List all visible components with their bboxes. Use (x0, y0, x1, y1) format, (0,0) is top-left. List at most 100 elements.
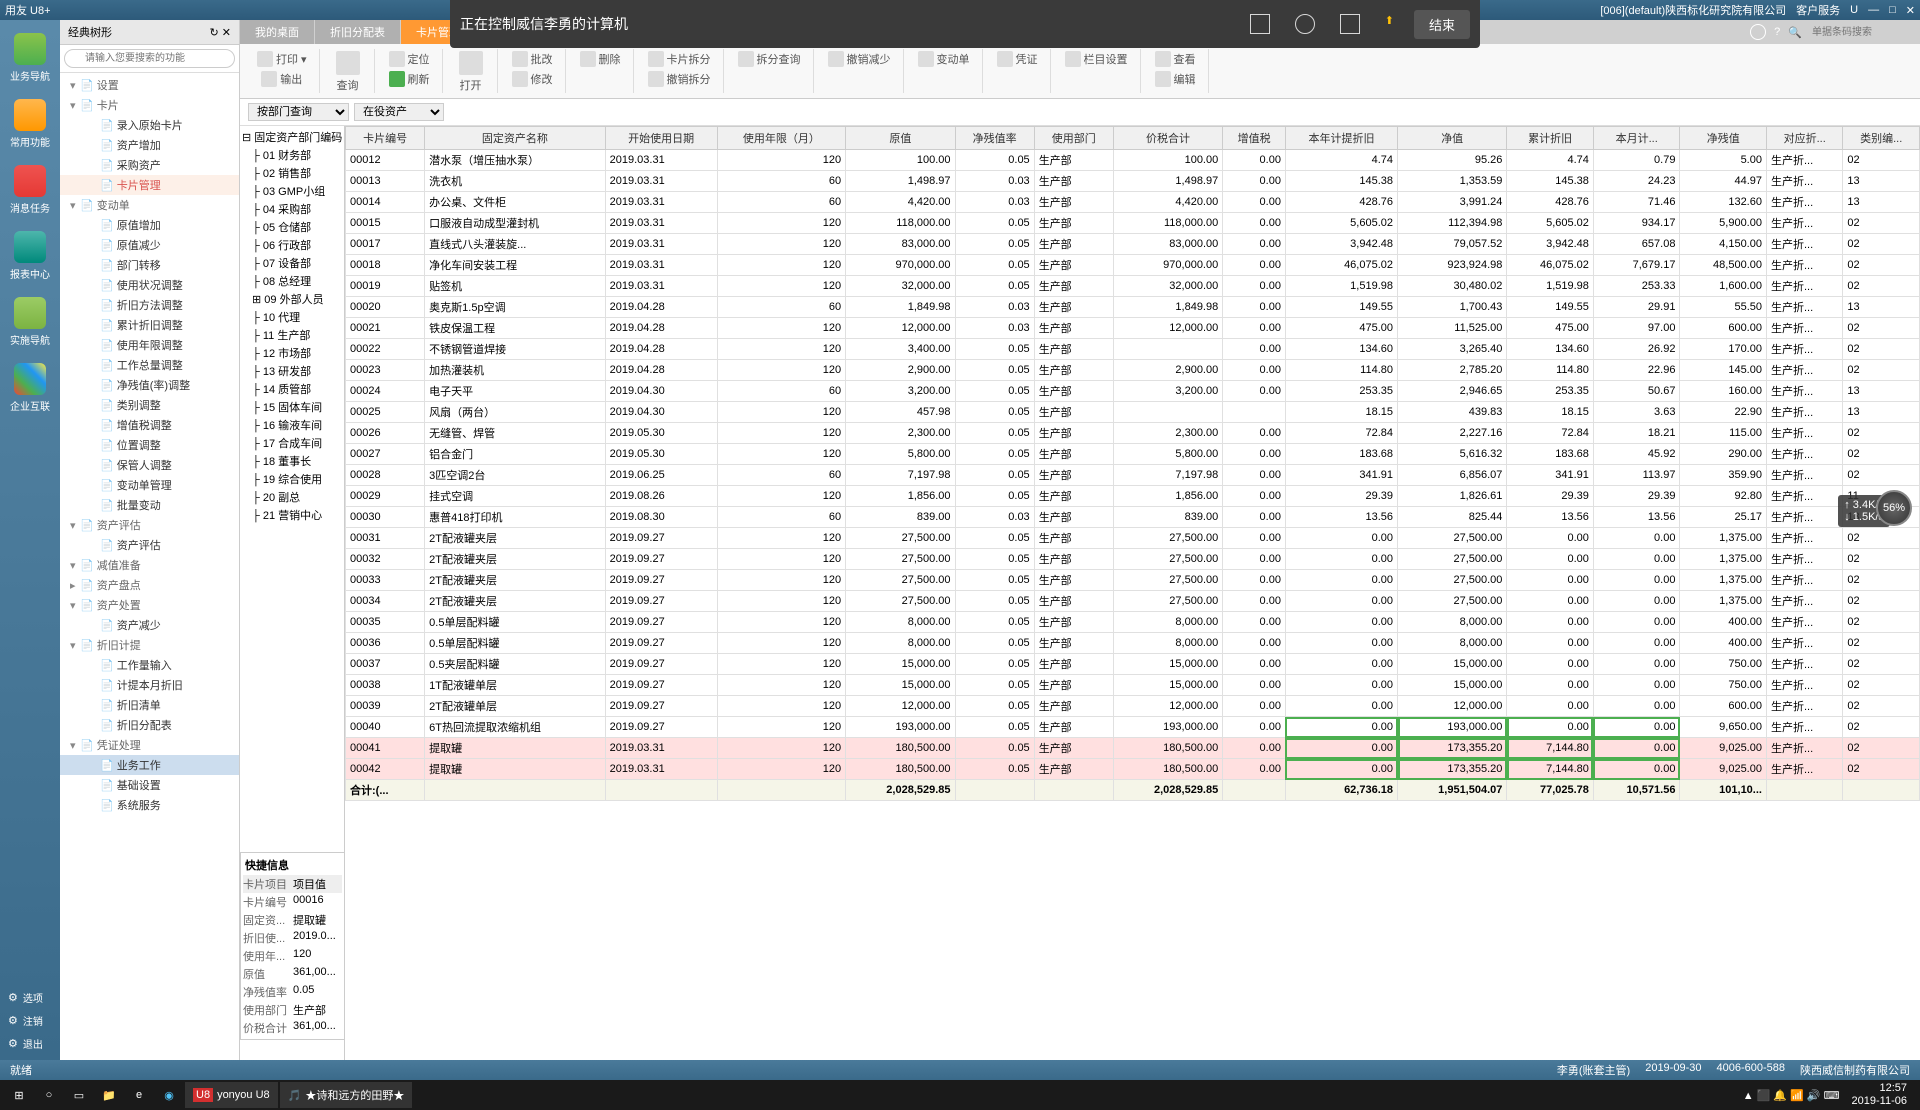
sidebar-item[interactable]: 实施导航 (0, 289, 60, 355)
window-icon[interactable] (1340, 14, 1360, 34)
grid-cell[interactable]: 1,498.97 (846, 171, 955, 192)
grid-cell[interactable]: 生产折... (1766, 423, 1842, 444)
grid-cell[interactable]: 生产折... (1766, 654, 1842, 675)
grid-cell[interactable]: 0.00 (1223, 717, 1286, 738)
grid-cell[interactable]: 生产部 (1034, 171, 1113, 192)
grid-cell[interactable]: 1,849.98 (846, 297, 955, 318)
column-header[interactable]: 本年计提折旧 (1285, 127, 1397, 150)
grid-cell[interactable]: 00019 (346, 276, 425, 297)
grid-cell[interactable]: 118,000.00 (846, 213, 955, 234)
grid-cell[interactable]: 9,650.00 (1680, 717, 1767, 738)
grid-cell[interactable]: 32,000.00 (1113, 276, 1222, 297)
grid-cell[interactable]: 6,856.07 (1398, 465, 1507, 486)
grid-cell[interactable]: 120 (717, 318, 845, 339)
grid-cell[interactable]: 00032 (346, 549, 425, 570)
sidebar-item[interactable]: 企业互联 (0, 355, 60, 421)
grid-cell[interactable]: 1,375.00 (1680, 549, 1767, 570)
grid-cell[interactable]: 0.00 (1507, 570, 1594, 591)
grid-cell[interactable]: 134.60 (1507, 339, 1594, 360)
tree-node[interactable]: 📄 批量变动 (60, 495, 239, 515)
grid-cell[interactable]: 直线式八头灌装旋... (425, 234, 606, 255)
grid-cell[interactable]: 2,900.00 (846, 360, 955, 381)
grid-cell[interactable]: 2T配液罐夹层 (425, 528, 606, 549)
grid-cell[interactable]: 750.00 (1680, 654, 1767, 675)
grid-cell[interactable]: 134.60 (1285, 339, 1397, 360)
grid-cell[interactable]: 0.00 (1507, 654, 1594, 675)
grid-cell[interactable]: 02 (1843, 318, 1920, 339)
grid-cell[interactable]: 118,000.00 (1113, 213, 1222, 234)
grid-cell[interactable]: 生产折... (1766, 381, 1842, 402)
grid-cell[interactable]: 0.00 (1507, 696, 1594, 717)
grid-cell[interactable]: 0.00 (1593, 675, 1680, 696)
grid-cell[interactable]: 2019.09.27 (605, 591, 717, 612)
grid-cell[interactable]: 341.91 (1507, 465, 1594, 486)
change-form-button[interactable]: 变动单 (914, 49, 974, 69)
locate-button[interactable]: 定位 (385, 49, 434, 69)
grid-cell[interactable]: 0.00 (1223, 696, 1286, 717)
grid-cell[interactable]: 02 (1843, 234, 1920, 255)
grid-cell[interactable]: 0.00 (1593, 696, 1680, 717)
grid-cell[interactable]: 生产折... (1766, 297, 1842, 318)
grid-cell[interactable]: 60 (717, 192, 845, 213)
grid-cell[interactable]: 0.00 (1507, 549, 1594, 570)
grid-cell[interactable]: 洗衣机 (425, 171, 606, 192)
grid-cell[interactable]: 457.98 (846, 402, 955, 423)
help-icon[interactable] (1750, 24, 1766, 40)
grid-cell[interactable]: 29.39 (1285, 486, 1397, 507)
grid-cell[interactable]: 0.00 (1593, 717, 1680, 738)
batch-button[interactable]: 批改 (508, 49, 557, 69)
barcode-search-input[interactable] (1810, 25, 1910, 40)
grid-cell[interactable]: 15,000.00 (846, 675, 955, 696)
grid-cell[interactable]: 00031 (346, 528, 425, 549)
grid-cell[interactable]: 02 (1843, 675, 1920, 696)
grid-cell[interactable]: 657.08 (1593, 234, 1680, 255)
grid-cell[interactable]: 5,900.00 (1680, 213, 1767, 234)
grid-cell[interactable]: 2T配液罐夹层 (425, 549, 606, 570)
grid-cell[interactable]: 0.00 (1593, 549, 1680, 570)
grid-cell[interactable]: 2019.09.27 (605, 612, 717, 633)
grid-cell[interactable]: 2019.05.30 (605, 423, 717, 444)
tree-node[interactable]: 📄 原值增加 (60, 215, 239, 235)
grid-cell[interactable]: 13 (1843, 381, 1920, 402)
grid-cell[interactable]: 253.33 (1593, 276, 1680, 297)
grid-cell[interactable]: 2019.03.31 (605, 171, 717, 192)
table-row[interactable]: 000312T配液罐夹层2019.09.2712027,500.000.05生产… (346, 528, 1920, 549)
dept-node[interactable]: ├ 03 GMP小组 (242, 182, 342, 200)
grid-cell[interactable]: 0.00 (1223, 381, 1286, 402)
grid-cell[interactable]: 0.05 (955, 465, 1034, 486)
grid-cell[interactable]: 120 (717, 423, 845, 444)
grid-cell[interactable]: 2019.09.27 (605, 633, 717, 654)
grid-cell[interactable]: 4.74 (1507, 150, 1594, 171)
view-button[interactable]: 查看 (1151, 49, 1200, 69)
grid-cell[interactable]: 0.00 (1285, 696, 1397, 717)
grid-cell[interactable]: 0.00 (1285, 675, 1397, 696)
grid-cell[interactable]: 0.05 (955, 255, 1034, 276)
table-row[interactable]: 00017直线式八头灌装旋...2019.03.3112083,000.000.… (346, 234, 1920, 255)
grid-cell[interactable]: 0.00 (1223, 297, 1286, 318)
grid-cell[interactable]: 02 (1843, 255, 1920, 276)
grid-cell[interactable]: 26.92 (1593, 339, 1680, 360)
grid-cell[interactable]: 2019.09.27 (605, 549, 717, 570)
column-header[interactable]: 使用年限（月） (717, 127, 845, 150)
grid-cell[interactable]: 00028 (346, 465, 425, 486)
grid-cell[interactable]: 0.05 (955, 654, 1034, 675)
grid-cell[interactable]: 1,856.00 (846, 486, 955, 507)
refresh-button[interactable]: 刷新 (385, 69, 434, 89)
grid-cell[interactable]: 2,946.65 (1398, 381, 1507, 402)
grid-cell[interactable]: 02 (1843, 276, 1920, 297)
grid-cell[interactable] (1223, 402, 1286, 423)
grid-cell[interactable]: 6T热回流提取浓缩机组 (425, 717, 606, 738)
grid-cell[interactable]: 2019.04.28 (605, 318, 717, 339)
start-button[interactable]: ⊞ (5, 1081, 33, 1109)
grid-cell[interactable]: 02 (1843, 654, 1920, 675)
grid-cell[interactable]: 253.35 (1285, 381, 1397, 402)
grid-cell[interactable]: 生产折... (1766, 507, 1842, 528)
grid-cell[interactable]: 生产部 (1034, 423, 1113, 444)
grid-cell[interactable]: 02 (1843, 549, 1920, 570)
fullscreen-icon[interactable] (1250, 14, 1270, 34)
grid-cell[interactable]: 120 (717, 402, 845, 423)
grid-cell[interactable]: 0.05 (955, 612, 1034, 633)
dept-node[interactable]: ├ 04 采购部 (242, 200, 342, 218)
grid-cell[interactable]: 120 (717, 276, 845, 297)
grid-cell[interactable]: 2019.04.28 (605, 297, 717, 318)
